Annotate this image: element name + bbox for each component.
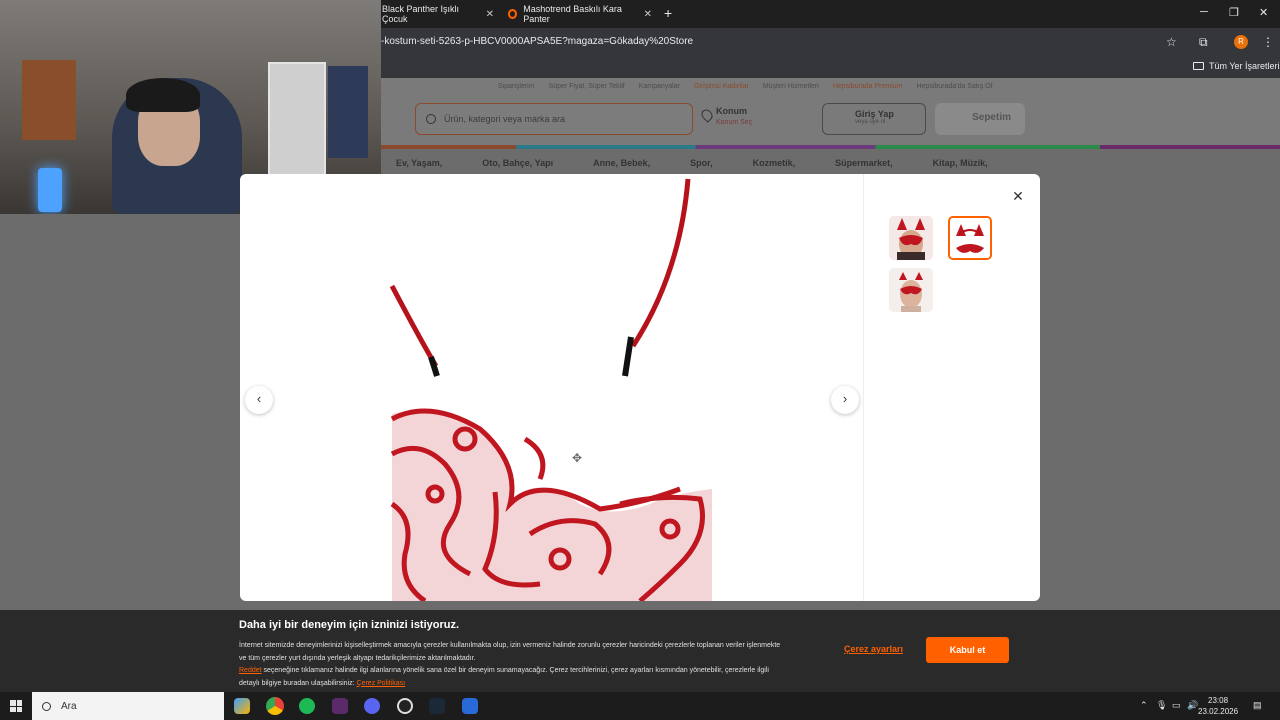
cookie-settings-link[interactable]: Çerez ayarları xyxy=(844,644,903,654)
top-links: Siparişlerim Süper Fiyat, Süper Teklif K… xyxy=(498,83,993,90)
location-selector[interactable]: Konum Konum Seç xyxy=(699,106,753,126)
wall-poster xyxy=(22,60,76,140)
spotify-icon[interactable] xyxy=(299,698,315,714)
location-sub: Konum Seç xyxy=(716,119,753,126)
category-item[interactable]: Oto, Bahçe, Yapı xyxy=(482,158,553,168)
menu-dots-icon[interactable]: ⋮ xyxy=(1262,35,1274,49)
tab-close-icon[interactable]: ✕ xyxy=(644,9,652,20)
bookmark-star-icon[interactable]: ☆ xyxy=(1166,35,1177,49)
window-close-icon[interactable]: ✕ xyxy=(1259,6,1268,19)
product-image: ✥ xyxy=(240,174,863,601)
windows-start-icon[interactable] xyxy=(10,700,22,712)
tray-chevron-icon[interactable]: ⌃ xyxy=(1140,700,1148,711)
cat-ears-mask-image xyxy=(389,178,712,601)
location-title: Konum xyxy=(716,106,747,116)
top-link[interactable]: Kampanyalar xyxy=(639,83,680,90)
cookie-text-1: İnternet sitemizde deneyimlerinizi kişis… xyxy=(239,642,781,662)
clock-time: 23:08 xyxy=(1208,696,1229,705)
thumbnail-image xyxy=(889,216,933,260)
move-cursor-icon: ✥ xyxy=(572,451,583,465)
top-link[interactable]: Hepsiburada'da Satış Of xyxy=(916,83,992,90)
thumbnail-3[interactable] xyxy=(889,268,933,312)
steam-icon[interactable] xyxy=(429,698,445,714)
image-lightbox: ✥ ‹ › ✕ xyxy=(240,174,1040,601)
category-color-bar xyxy=(381,145,1280,149)
clock-date: 23.02.2026 xyxy=(1198,707,1239,716)
login-sub: veya üye ol xyxy=(855,119,886,125)
top-link[interactable]: Hepsiburada Premium xyxy=(833,83,903,90)
top-link[interactable]: Siparişlerim xyxy=(498,83,535,90)
taskbar-search-label: Ara xyxy=(61,700,77,712)
volume-icon[interactable]: 🔊 xyxy=(1187,700,1198,711)
accept-cookies-button[interactable]: Kabul et xyxy=(926,637,1009,663)
shelf xyxy=(268,62,326,182)
cookie-text-2: seçeneğine tıklamanız halinde ilgi alanl… xyxy=(239,667,769,687)
category-item[interactable]: Kozmetik, xyxy=(753,158,796,168)
close-icon[interactable]: ✕ xyxy=(1010,188,1026,204)
hepsiburada-favicon-icon xyxy=(508,9,518,19)
desk-lamp xyxy=(38,168,62,212)
category-item[interactable]: Anne, Bebek, xyxy=(593,158,650,168)
login-button[interactable]: Giriş Yap veya üye ol xyxy=(822,103,926,135)
cookie-consent-banner: Daha iyi bir deneyim için izninizi istiy… xyxy=(0,610,1280,692)
network-icon[interactable]: ▭ xyxy=(1172,700,1181,711)
taskbar-search[interactable]: Ara xyxy=(32,692,224,720)
category-item[interactable]: Spor, xyxy=(690,158,713,168)
cart-button[interactable]: Sepetim xyxy=(935,103,1025,135)
login-title: Giriş Yap xyxy=(855,109,894,119)
discord-icon[interactable] xyxy=(364,698,380,714)
thumbnail-image xyxy=(889,268,933,312)
search-placeholder: Ürün, kategori veya marka ara xyxy=(444,114,566,124)
wall-poster xyxy=(328,66,368,158)
cookie-policy-link[interactable]: Çerez Politikası xyxy=(357,680,406,687)
app-icon-2[interactable] xyxy=(462,698,478,714)
prev-image-button[interactable]: ‹ xyxy=(245,386,273,414)
chrome-icon[interactable] xyxy=(266,697,284,715)
tab-label: Mashotrend Baskılı Kara Panter xyxy=(523,4,622,24)
tab-label: Black Panther Işıklı Çocuk xyxy=(382,4,460,24)
location-pin-icon xyxy=(699,107,715,123)
notification-icon[interactable]: ▤ xyxy=(1253,700,1262,711)
next-image-button[interactable]: › xyxy=(831,386,859,414)
cart-label: Sepetim xyxy=(972,112,1011,123)
top-link[interactable]: Müşteri Hizmetleri xyxy=(763,83,819,90)
system-clock[interactable]: 23:08 23.02.2026 xyxy=(1198,695,1238,717)
minimize-icon[interactable]: ─ xyxy=(1200,6,1208,18)
restore-icon[interactable]: ❐ xyxy=(1229,6,1239,19)
category-item[interactable]: Ev, Yaşam, xyxy=(396,158,442,168)
site-search-input[interactable]: Ürün, kategori veya marka ara xyxy=(415,103,693,135)
tab-close-icon[interactable]: ✕ xyxy=(486,9,494,20)
profile-avatar[interactable]: R xyxy=(1234,35,1248,49)
top-link[interactable]: Girişimci Kadınlar xyxy=(694,83,749,90)
reject-link[interactable]: Reddet xyxy=(239,667,262,674)
category-nav: Ev, Yaşam, Oto, Bahçe, Yapı Anne, Bebek,… xyxy=(396,158,988,168)
thumbnail-image xyxy=(950,218,990,258)
cookie-text: İnternet sitemizde deneyimlerinizi kişis… xyxy=(239,640,787,690)
search-icon xyxy=(426,114,436,124)
tab-mashotrend[interactable]: Mashotrend Baskılı Kara Panter ✕ xyxy=(508,4,652,24)
microphone-icon[interactable]: 🎙 xyxy=(1156,700,1167,711)
address-bar[interactable]: -kostum-seti-5263-p-HBCV0000APSA5E?magaz… xyxy=(381,36,693,47)
category-item[interactable]: Süpermarket, xyxy=(835,158,893,168)
streamer-headset xyxy=(126,78,200,112)
folder-icon xyxy=(1193,62,1204,70)
thumbnail-2[interactable] xyxy=(948,216,992,260)
thumbnail-1[interactable] xyxy=(889,216,933,260)
category-item[interactable]: Kitap, Müzik, xyxy=(933,158,988,168)
all-bookmarks-label: Tüm Yer İşaretleri xyxy=(1209,61,1280,71)
extensions-icon[interactable]: ⧉ xyxy=(1199,35,1208,50)
search-icon xyxy=(42,701,51,711)
all-bookmarks-button[interactable]: Tüm Yer İşaretleri xyxy=(1193,61,1280,71)
tab-black-panther[interactable]: Black Panther Işıklı Çocuk ✕ xyxy=(382,4,494,24)
app-icon[interactable] xyxy=(332,698,348,714)
thumbnail-panel: ✕ xyxy=(863,174,1040,601)
top-link[interactable]: Süper Fiyat, Süper Teklif xyxy=(549,83,625,90)
new-tab-button[interactable]: + xyxy=(664,5,672,21)
obs-icon[interactable] xyxy=(397,698,413,714)
copilot-icon[interactable] xyxy=(234,698,250,714)
windows-taskbar: Ara ⌃ 🎙 ▭ 🔊 23:08 23.02.2026 ▤ xyxy=(0,692,1280,720)
cookie-title: Daha iyi bir deneyim için izninizi istiy… xyxy=(239,619,460,631)
